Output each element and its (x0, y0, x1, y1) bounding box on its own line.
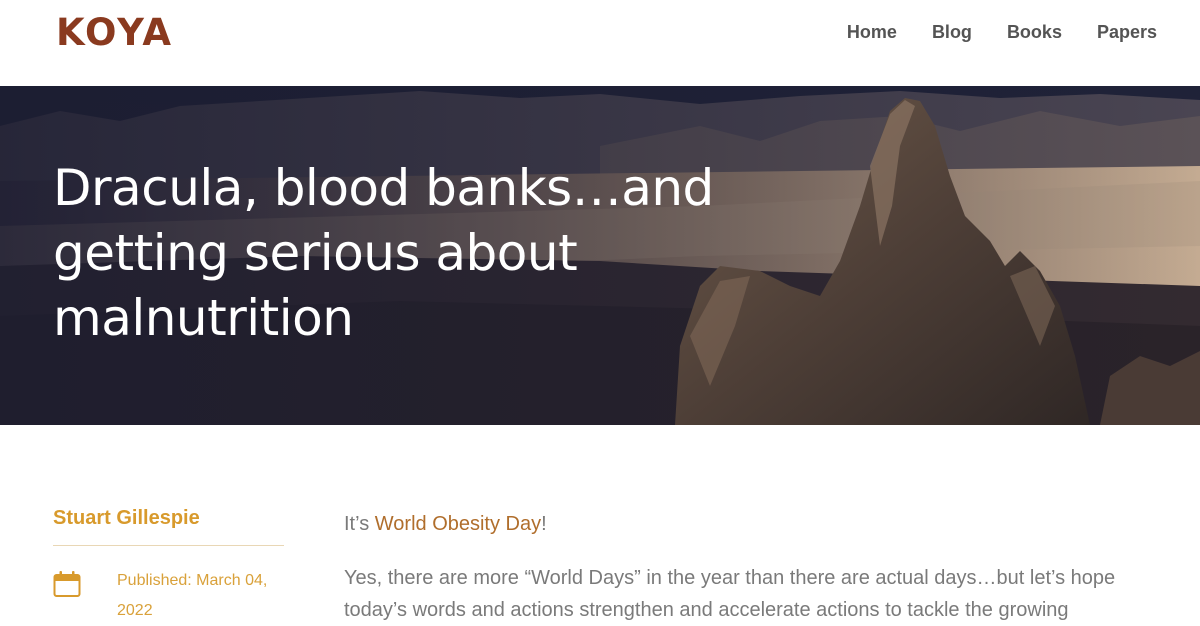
published-date: Published: March 04, 2022 (53, 566, 284, 626)
nav-home-link[interactable]: Home (847, 21, 897, 43)
main-nav: Home Blog Books Papers (847, 21, 1157, 43)
intro-prefix: It’s (344, 513, 375, 535)
hero-banner: Dracula, blood banks…and getting serious… (0, 86, 1200, 425)
world-obesity-day-link[interactable]: World Obesity Day (375, 513, 541, 535)
nav-papers-link[interactable]: Papers (1097, 21, 1157, 43)
calendar-icon (53, 571, 81, 597)
koya-logo[interactable]: KOYA (56, 14, 173, 51)
site-header: KOYA Home Blog Books Papers (0, 0, 1200, 86)
post-content: It’s World Obesity Day! Yes, there are m… (344, 508, 1164, 626)
post-meta-sidebar: Stuart Gillespie Published: March 04, 20… (53, 505, 284, 626)
author-name[interactable]: Stuart Gillespie (53, 505, 284, 546)
nav-blog-link[interactable]: Blog (932, 21, 972, 43)
intro-suffix: ! (541, 513, 547, 535)
post-paragraph: Yes, there are more “World Days” in the … (344, 567, 1116, 621)
nav-books-link[interactable]: Books (1007, 21, 1062, 43)
published-date-text: Published: March 04, 2022 (117, 572, 268, 619)
post-title: Dracula, blood banks…and getting serious… (53, 159, 714, 347)
post-intro: It’s World Obesity Day! (344, 508, 1164, 540)
